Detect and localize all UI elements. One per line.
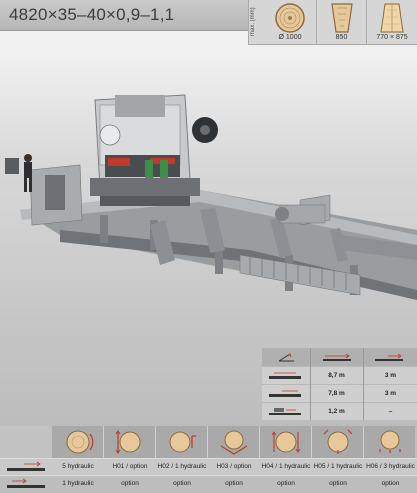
spec-row: 8,7 m 3 m: [262, 366, 417, 384]
section-icon: [269, 372, 301, 379]
dimension-value: Ø 1000: [278, 34, 302, 41]
spec-table-header: [262, 348, 417, 366]
hydraulic-value: 1 hydraulic: [62, 480, 94, 487]
hydraulic-value: option: [225, 480, 243, 487]
hydraulic-icon-cell: [104, 426, 156, 458]
hydraulic-value: 5 hydraulic: [62, 463, 94, 470]
hydraulic-value: option: [277, 480, 295, 487]
max-label: max. (mm): [250, 7, 256, 37]
hydraulic-value: H02 / 1 hydraulic: [157, 463, 207, 470]
hydraulic-value: H01 / option: [112, 463, 148, 470]
hydraulic-icon-cell: [208, 426, 260, 458]
track-hydraulic-icon: [7, 461, 45, 471]
hydraulic-value: H06 / 3 hydraulic: [366, 463, 415, 470]
hydraulic-value: H04 / 1 hydraulic: [261, 463, 311, 470]
hydraulic-value: option: [381, 480, 400, 487]
hydraulic-icon-cell: [364, 426, 415, 458]
track-option-icon: [7, 478, 45, 488]
loader-icon: [269, 408, 301, 415]
divider: [363, 348, 364, 420]
hydraulics-corner: [0, 426, 52, 458]
hydraulic-icon-cell: [260, 426, 312, 458]
dimension-value: 770 × 875: [376, 34, 408, 41]
spec-row: 7,8 m 3 m: [262, 384, 417, 402]
hydraulic-icon-cell: [312, 426, 364, 458]
log-taper-icon: [271, 431, 301, 453]
log-clamp-icon: [115, 430, 141, 454]
spec-value: 7,8 m: [328, 390, 345, 397]
hydraulic-icon-cell: [156, 426, 208, 458]
spec-value: 8,7 m: [328, 372, 345, 379]
page-title: 4820×35–40×0,9–1,1: [9, 5, 175, 24]
log-side-icon: [330, 3, 353, 33]
log-cant-icon: [380, 3, 404, 33]
spec-table: 8,7 m 3 m 7,8 m 3 m 1,2 m –: [262, 348, 417, 420]
dimension-item: 770 × 875: [367, 0, 417, 44]
hydraulic-icon-cell: [52, 426, 104, 458]
angle-measure-icon: [278, 353, 294, 362]
title-bar: 4820×35–40×0,9–1,1: [0, 0, 248, 31]
log-turner-icon: [66, 430, 94, 454]
dimension-item: Ø 1000: [264, 0, 316, 44]
extension-row-icon: [269, 390, 301, 397]
hydraulic-value: H03 / option: [216, 463, 252, 470]
spec-row: 1,2 m –: [262, 402, 417, 420]
log-stop-icon: [169, 431, 196, 453]
divider: [310, 348, 311, 420]
spec-value: 3 m: [384, 372, 397, 379]
hydraulic-value: option: [329, 480, 347, 487]
hydraulic-value: option: [173, 480, 191, 487]
log-leveler-icon: [379, 430, 401, 453]
log-end-icon: [275, 3, 305, 33]
log-rotate-icon: [220, 430, 248, 455]
hydraulic-value: option: [121, 480, 139, 487]
dimension-item: 850: [317, 0, 366, 44]
dimension-value: 850: [335, 34, 348, 41]
spec-value: –: [388, 408, 393, 415]
hydraulics-panel: 5 hydraulic H01 / option H02 / 1 hydraul…: [0, 426, 417, 493]
extension-icon: [375, 353, 403, 361]
spec-value: 3 m: [384, 390, 397, 397]
sawmill-machine-illustration: [5, 94, 417, 300]
hydraulic-value: H05 / 1 hydraulic: [313, 463, 363, 470]
log-loader-icon: [323, 429, 353, 454]
track-length-icon: [323, 353, 351, 361]
hydraulics-icons: [52, 426, 417, 458]
spec-value: 1,2 m: [328, 408, 345, 415]
